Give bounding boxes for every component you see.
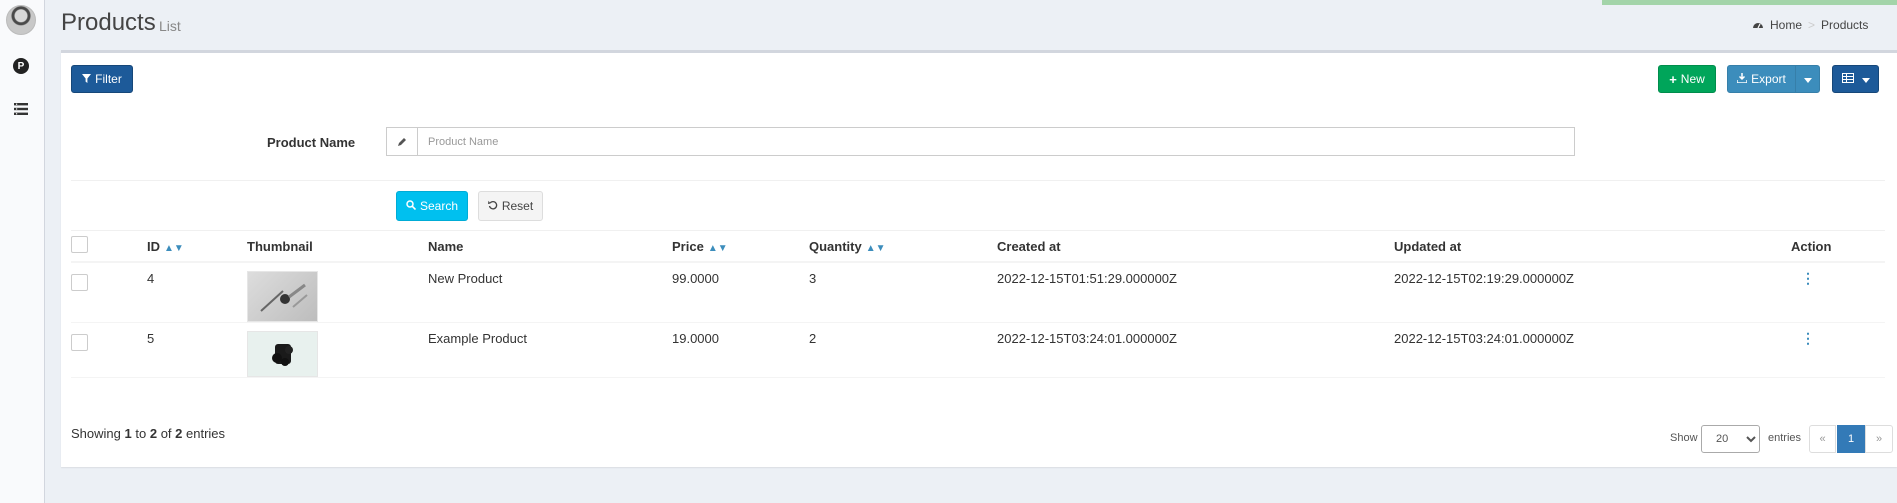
cell-updated-at: 2022-12-15T02:19:29.000000Z — [1394, 262, 1791, 323]
cell-created-at: 2022-12-15T03:24:01.000000Z — [997, 322, 1394, 378]
kebab-icon[interactable]: ⋮ — [1801, 270, 1815, 286]
pagination-prev[interactable]: « — [1809, 425, 1836, 453]
export-dropdown-button[interactable] — [1795, 65, 1820, 93]
p-badge-icon[interactable]: P — [13, 58, 29, 74]
info-prefix: Showing — [71, 426, 121, 441]
notification-bar — [1602, 0, 1897, 5]
new-button-label: New — [1680, 72, 1705, 86]
column-label: ID — [147, 238, 160, 254]
pagination-page-1[interactable]: 1 — [1837, 425, 1865, 453]
column-header-action: Action — [1791, 231, 1885, 263]
breadcrumb-home[interactable]: Home — [1770, 18, 1802, 32]
sidebar: P — [0, 0, 45, 503]
kebab-icon[interactable]: ⋮ — [1801, 330, 1815, 346]
info-of-word: of — [160, 426, 172, 441]
info-to: 2 — [149, 426, 158, 441]
sort-icon: ▲▼ — [164, 242, 184, 254]
select-all-checkbox[interactable] — [71, 236, 88, 253]
product-name-label: Product Name — [267, 135, 356, 150]
reset-button[interactable]: Reset — [478, 191, 543, 221]
column-label: Name — [428, 238, 464, 254]
form-divider — [71, 180, 1885, 181]
column-header-id[interactable]: ID ▲▼ — [147, 231, 247, 263]
column-header-thumbnail: Thumbnail — [247, 231, 428, 263]
dashboard-icon — [1752, 18, 1764, 32]
pencil-icon — [386, 127, 418, 156]
new-button[interactable]: + New — [1658, 65, 1716, 93]
breadcrumb: Home > Products — [1752, 18, 1868, 32]
pagination-next[interactable]: » — [1865, 425, 1893, 453]
cell-price: 99.0000 — [672, 262, 809, 323]
sort-icon: ▲▼ — [865, 242, 886, 254]
column-header-updated-at: Updated at — [1394, 231, 1791, 263]
page-title: Products — [61, 9, 156, 36]
info-total: 2 — [175, 426, 183, 441]
product-thumbnail[interactable] — [247, 331, 318, 377]
cell-name: Example Product — [428, 322, 672, 378]
caret-down-icon — [1861, 72, 1870, 86]
download-icon — [1736, 72, 1748, 86]
row-checkbox[interactable] — [71, 274, 88, 291]
table-info: Showing 1 to 2 of 2 entries — [71, 426, 225, 441]
column-label: Price — [672, 238, 704, 254]
reset-button-label: Reset — [501, 199, 534, 213]
breadcrumb-separator: > — [1808, 18, 1816, 32]
caret-down-icon — [1803, 72, 1812, 86]
search-button-label: Search — [419, 199, 459, 213]
filter-button[interactable]: Filter — [71, 65, 133, 93]
plus-icon: + — [1669, 71, 1677, 87]
table-row: 5 Example Product 19.0000 2 2022-12-15T0… — [71, 322, 1885, 378]
column-header-price[interactable]: Price ▲▼ — [672, 231, 809, 263]
filter-icon — [82, 72, 92, 86]
column-header-quantity[interactable]: Quantity ▲▼ — [809, 231, 997, 263]
column-label: Thumbnail — [247, 238, 313, 254]
table-header-row: ID ▲▼ Thumbnail Name Price ▲▼ Quantity ▲▼ C… — [71, 231, 1885, 263]
info-suffix: entries — [186, 426, 226, 441]
cell-id: 5 — [147, 322, 247, 378]
products-box: Filter + New Export Product Name Search … — [61, 50, 1897, 467]
page-subtitle: List — [159, 18, 181, 34]
cell-updated-at: 2022-12-15T03:24:01.000000Z — [1394, 322, 1791, 378]
products-table: ID ▲▼ Thumbnail Name Price ▲▼ Quantity ▲▼ C… — [71, 231, 1885, 378]
cell-id: 4 — [147, 262, 247, 323]
cell-quantity: 2 — [809, 322, 997, 378]
avatar[interactable] — [6, 5, 36, 35]
cell-price: 19.0000 — [672, 322, 809, 378]
breadcrumb-current: Products — [1821, 18, 1869, 32]
column-header-created-at: Created at — [997, 231, 1394, 263]
column-header-name: Name — [428, 231, 672, 263]
export-button[interactable]: Export — [1727, 65, 1796, 93]
product-thumbnail[interactable] — [247, 271, 318, 322]
info-from: 1 — [124, 426, 132, 441]
undo-icon — [487, 199, 498, 213]
search-icon — [406, 199, 417, 213]
column-label: Quantity — [809, 238, 862, 254]
row-checkbox[interactable] — [71, 334, 88, 351]
columns-button[interactable] — [1832, 65, 1879, 93]
show-label: Show — [1670, 432, 1698, 444]
product-name-input[interactable] — [417, 127, 1575, 156]
per-page-select[interactable]: 20 — [1701, 425, 1760, 453]
search-button[interactable]: Search — [396, 191, 468, 221]
table-icon — [1841, 72, 1854, 86]
table-row: 4 New Product 99.0000 3 2022-12-15T01:51… — [71, 262, 1885, 323]
export-button-label: Export — [1751, 72, 1786, 86]
sort-icon: ▲▼ — [707, 242, 728, 254]
cell-name: New Product — [428, 262, 672, 323]
column-label: Created at — [997, 238, 1061, 254]
entries-label: entries — [1768, 432, 1802, 444]
cell-created-at: 2022-12-15T01:51:29.000000Z — [997, 262, 1394, 323]
column-label: Updated at — [1394, 238, 1462, 254]
column-label: Action — [1791, 238, 1832, 254]
info-to-word: to — [135, 426, 147, 441]
cell-quantity: 3 — [809, 262, 997, 323]
filter-button-label: Filter — [95, 72, 122, 86]
list-icon[interactable] — [13, 101, 29, 117]
